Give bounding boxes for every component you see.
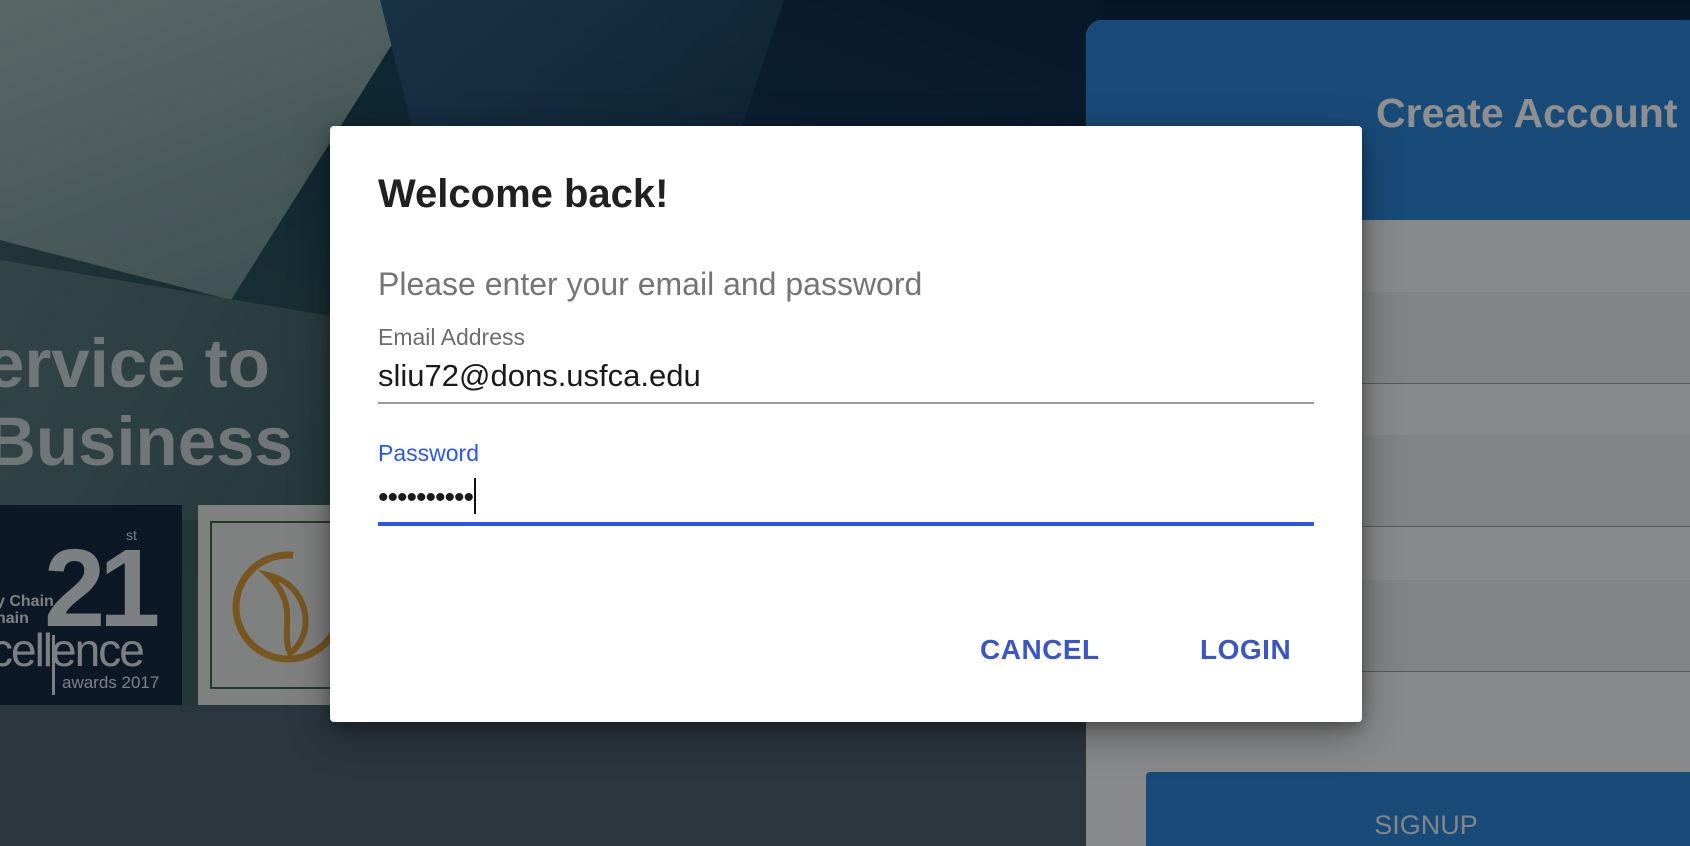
email-field[interactable]: Email Address sliu72@dons.usfca.edu bbox=[378, 324, 1314, 404]
password-mask: •••••••••• bbox=[378, 481, 474, 514]
email-label: Email Address bbox=[378, 324, 526, 350]
password-input[interactable]: •••••••••• bbox=[378, 478, 477, 515]
password-field[interactable]: Password •••••••••• bbox=[378, 440, 1314, 526]
login-dialog: Welcome back! Please enter your email an… bbox=[330, 126, 1362, 722]
text-caret bbox=[474, 478, 477, 514]
email-input[interactable]: sliu72@dons.usfca.edu bbox=[378, 358, 701, 394]
dialog-subtitle: Please enter your email and password bbox=[378, 266, 923, 302]
password-label: Password bbox=[378, 440, 479, 466]
dialog-title: Welcome back! bbox=[378, 172, 669, 216]
login-button[interactable]: LOGIN bbox=[1186, 622, 1305, 678]
cancel-button[interactable]: CANCEL bbox=[966, 622, 1114, 678]
